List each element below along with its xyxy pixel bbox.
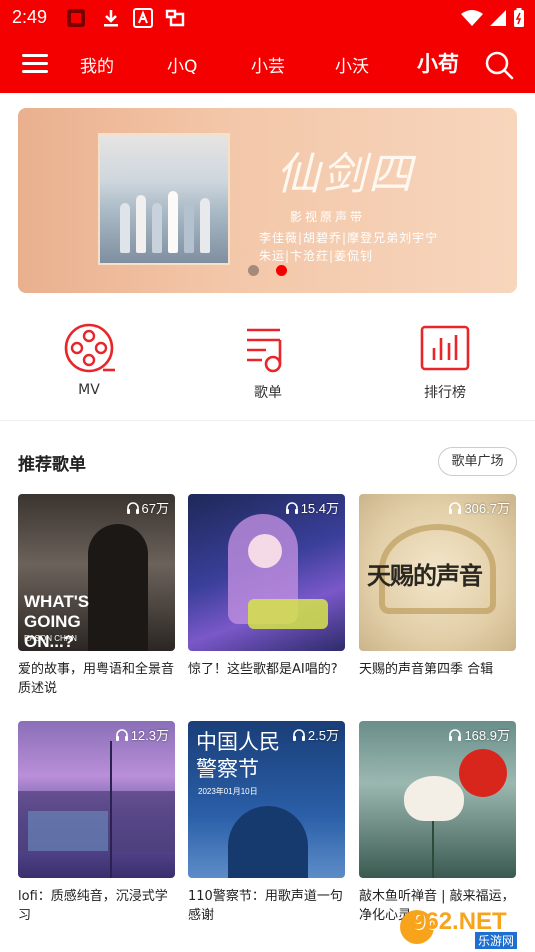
playlist-plaza-button[interactable]: 歌单广场 xyxy=(438,447,517,476)
cover-subtext: EASON CHAN xyxy=(24,634,77,643)
signal-icon xyxy=(490,10,506,26)
play-count: 168.9万 xyxy=(448,725,510,744)
playlist-title: 天赐的声音第四季 合辑 xyxy=(359,662,494,677)
playlist-card[interactable]: 168.9万 敲木鱼听禅音 | 敲来福运，净化心灵 xyxy=(359,721,516,925)
feature-charts[interactable]: 排行榜 xyxy=(385,322,505,402)
tab-xiaoyun[interactable]: 小芸 xyxy=(251,52,285,77)
tab-xiaowo[interactable]: 小沃 xyxy=(335,52,369,77)
headphones-icon xyxy=(126,502,139,514)
play-count-value: 2.5万 xyxy=(307,728,339,743)
search-icon[interactable] xyxy=(484,50,514,80)
battery-icon xyxy=(514,8,524,27)
playlist-icon xyxy=(247,328,282,373)
play-count: 15.4万 xyxy=(285,498,339,517)
play-count-value: 67万 xyxy=(141,501,169,516)
play-count-value: 306.7万 xyxy=(464,501,510,516)
feature-label: MV xyxy=(78,382,100,398)
cover-text: 天赐的声音 xyxy=(367,563,483,590)
chart-icon xyxy=(420,325,470,371)
headphones-icon xyxy=(115,729,128,741)
play-count-value: 15.4万 xyxy=(300,501,339,516)
film-reel-icon xyxy=(64,323,115,373)
cover-subtext: 2023年01月10日 xyxy=(198,787,258,796)
playlist-cover: 15.4万 xyxy=(188,494,345,651)
section-title: 推荐歌单 xyxy=(18,455,86,475)
playlist-cover: 天赐的声音 306.7万 xyxy=(359,494,516,651)
playlist-title: lofi：质感纯音，沉浸式学习 xyxy=(18,889,168,923)
feature-label: 排行榜 xyxy=(424,385,466,401)
top-nav: 我的 小Q 小芸 小沃 小苟 xyxy=(0,36,535,93)
cover-text: 中国人民警察节 xyxy=(196,730,280,781)
play-count: 67万 xyxy=(126,498,169,517)
banner-dot-active[interactable] xyxy=(276,265,287,276)
banner-cast-line2: 朱运|卞沧荭|姜侃钊 xyxy=(259,249,374,263)
banner-subtitle: 影视原声带 xyxy=(290,210,366,224)
playlist-title: 惊了！这些歌都是AI唱的? xyxy=(188,662,338,677)
status-bar: 2:49 xyxy=(0,0,535,36)
wifi-icon xyxy=(461,10,483,26)
feature-playlist[interactable]: 歌单 xyxy=(208,322,328,402)
headphones-icon xyxy=(292,729,305,741)
headphones-icon xyxy=(449,729,462,741)
status-time: 2:49 xyxy=(12,7,48,27)
play-count: 12.3万 xyxy=(115,725,169,744)
playlist-card[interactable]: 中国人民警察节 2023年01月10日 2.5万 110警察节：用歌声道一句感谢 xyxy=(188,721,345,925)
playlist-cover: 168.9万 xyxy=(359,721,516,878)
playlist-card[interactable]: 12.3万 lofi：质感纯音，沉浸式学习 xyxy=(18,721,175,925)
app-bug-icon xyxy=(165,9,185,27)
playlist-cover: 中国人民警察节 2023年01月10日 2.5万 xyxy=(188,721,345,878)
playlist-cover: 12.3万 xyxy=(18,721,175,878)
play-count: 306.7万 xyxy=(448,498,510,517)
status-right-icons xyxy=(461,8,525,28)
feature-label: 歌单 xyxy=(254,385,282,401)
play-count: 2.5万 xyxy=(292,725,339,744)
play-count-value: 168.9万 xyxy=(464,728,510,743)
playlist-card[interactable]: WHAT'S GOING ON...? EASON CHAN 67万 爱的故事，… xyxy=(18,494,175,698)
download-icon xyxy=(104,10,118,27)
banner-title: 仙剑四 xyxy=(276,149,414,200)
tab-xiaogou[interactable]: 小苟 xyxy=(417,48,459,78)
playlist-cover: WHAT'S GOING ON...? EASON CHAN 67万 xyxy=(18,494,175,651)
playlist-title: 爱的故事，用粤语和全景音质述说 xyxy=(18,662,175,696)
watermark-sub: 乐游网 xyxy=(475,932,518,949)
menu-icon[interactable] xyxy=(22,52,48,74)
tab-xiaoq[interactable]: 小Q xyxy=(167,52,197,77)
section-divider xyxy=(0,420,535,421)
promo-banner[interactable]: 仙剑四 影视原声带 李佳薇|胡碧乔|摩登兄弟刘宇宁 朱运|卞沧荭|姜侃钊 xyxy=(18,108,517,293)
app-a-icon xyxy=(133,8,153,28)
playlist-title: 110警察节：用歌声道一句感谢 xyxy=(188,889,343,923)
playlist-card[interactable]: 天赐的声音 306.7万 天赐的声音第四季 合辑 xyxy=(359,494,516,698)
headphones-icon xyxy=(285,502,298,514)
album-poster xyxy=(98,133,230,265)
app-notification-icon xyxy=(67,9,85,27)
site-watermark: 962.NET 乐游网 xyxy=(400,906,530,949)
tab-mine[interactable]: 我的 xyxy=(80,52,114,77)
playlist-card[interactable]: 15.4万 惊了！这些歌都是AI唱的? xyxy=(188,494,345,698)
headphones-icon xyxy=(449,502,462,514)
play-count-value: 12.3万 xyxy=(130,728,169,743)
banner-cast-line1: 李佳薇|胡碧乔|摩登兄弟刘宇宁 xyxy=(259,231,439,245)
banner-dot[interactable] xyxy=(248,265,259,276)
feature-mv[interactable]: MV xyxy=(29,322,149,398)
